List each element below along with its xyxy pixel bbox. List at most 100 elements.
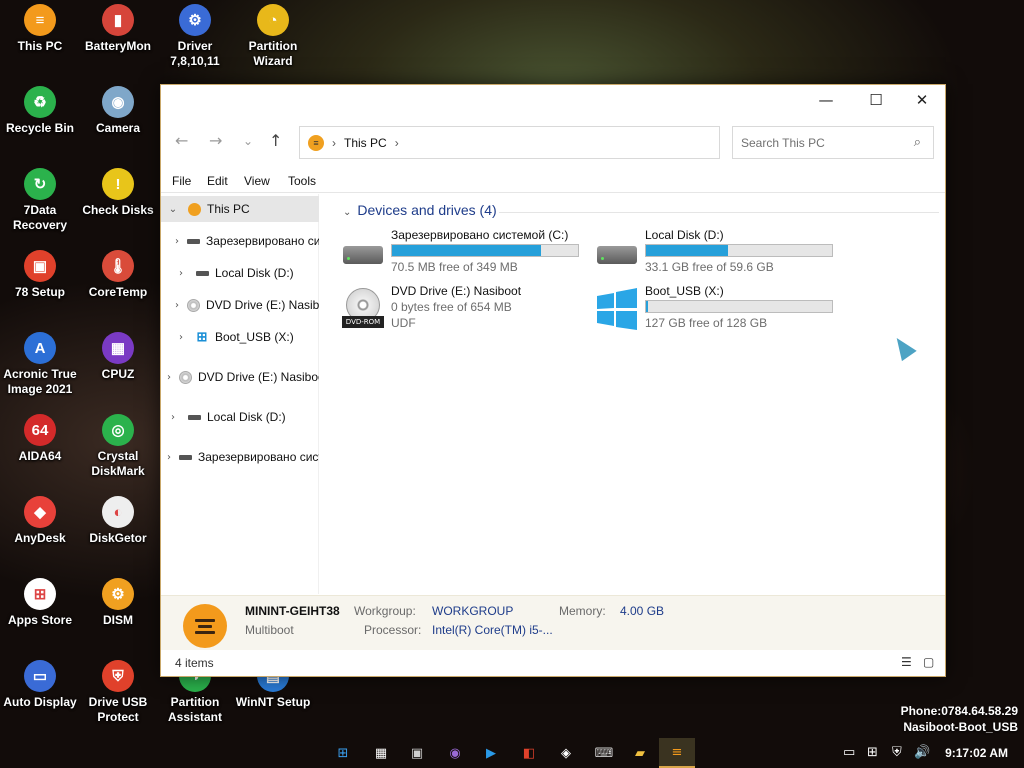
nav-item[interactable]: › Зарезервировано системой (C:) bbox=[161, 228, 319, 254]
nav-item[interactable]: › DVD Drive (E:) Nasiboot bbox=[161, 292, 319, 318]
desktop-icon-auto-display[interactable]: ▭ Auto Display bbox=[0, 660, 80, 710]
desktop-icon-batterymon[interactable]: ▮ BatteryMon bbox=[78, 4, 158, 54]
desktop-icon-this-pc[interactable]: ≡ This PC bbox=[0, 4, 80, 54]
windows-flag-icon[interactable]: ⊞ bbox=[867, 745, 878, 760]
drive-tile-d[interactable]: Local Disk (D:) 33.1 GB free of 59.6 GB bbox=[595, 228, 845, 278]
desktop-icon-driver[interactable]: ⚙ Driver 7,8,10,11 bbox=[155, 4, 235, 69]
nav-item[interactable]: › Зарезервировано системой (C:) bbox=[161, 444, 319, 470]
windows-logo-icon: ⊞ bbox=[196, 329, 208, 344]
breadcrumb-separator[interactable]: › bbox=[395, 136, 399, 150]
keyboard-icon[interactable]: ⌨ bbox=[594, 743, 614, 763]
breadcrumb-this-pc[interactable]: This PC bbox=[344, 136, 387, 150]
desktop-icon-cpuz[interactable]: ▦ CPUZ bbox=[78, 332, 158, 382]
expanded-chevron-icon[interactable]: ⌄ bbox=[167, 204, 179, 215]
collapsed-chevron-icon[interactable]: › bbox=[175, 268, 187, 279]
collapsed-chevron-icon[interactable]: › bbox=[175, 300, 179, 311]
nav-item[interactable]: ⌄ This PC bbox=[161, 196, 319, 222]
explorer-window: — ☐ ✕ ← → ⌄ ↑ ≡ › This PC › ⌕ File Edit … bbox=[160, 84, 946, 677]
drive-tile-e[interactable]: DVD-ROM DVD Drive (E:) Nasiboot 0 bytes … bbox=[341, 284, 591, 334]
desktop-icon-drive-usb-protect[interactable]: ⛨ Drive USB Protect bbox=[78, 660, 158, 725]
tool-icon[interactable]: ◧ bbox=[519, 743, 539, 763]
monitor-icon[interactable]: ▣ bbox=[407, 743, 427, 763]
hard-drive-icon bbox=[179, 450, 192, 464]
security-icon[interactable]: ⛨ bbox=[892, 745, 902, 760]
address-bar[interactable]: ≡ › This PC › bbox=[299, 126, 720, 159]
menu-view[interactable]: View bbox=[244, 174, 270, 188]
diskgetor-icon: ◐ bbox=[102, 496, 134, 528]
collapsed-chevron-icon[interactable]: › bbox=[167, 372, 171, 383]
drive-name: Зарезервировано системой (C:) bbox=[391, 228, 569, 242]
navigation-pane: ⌄ This PC › Зарезервировано системой (C:) › L… bbox=[161, 194, 319, 594]
this-pc-taskbar-icon[interactable]: ≡ bbox=[659, 738, 695, 768]
network-icon[interactable]: ▭ bbox=[843, 745, 855, 760]
group-divider bbox=[499, 212, 939, 213]
taskbar-clock[interactable]: 9:17:02 AM bbox=[945, 746, 1008, 760]
desktop-icon-crystal-diskmark[interactable]: ◎ Crystal DiskMark bbox=[78, 414, 158, 479]
auto-display-icon: ▭ bbox=[24, 660, 56, 692]
drive-tile-x[interactable]: Boot_USB (X:) 127 GB free of 128 GB bbox=[595, 284, 845, 334]
nav-item-label: DVD Drive (E:) Nasiboot bbox=[198, 370, 319, 384]
desktop-icon-aida64[interactable]: 64 AIDA64 bbox=[0, 414, 80, 464]
desktop-icon-camera[interactable]: ◉ Camera bbox=[78, 86, 158, 136]
navigation-row: ← → ⌄ ↑ ≡ › This PC › ⌕ bbox=[161, 125, 945, 161]
search-icon[interactable]: ⌕ bbox=[914, 135, 921, 150]
folder-icon[interactable]: ▰ bbox=[630, 743, 650, 763]
collapsed-chevron-icon[interactable]: › bbox=[167, 452, 171, 463]
collapse-chevron-icon[interactable]: ⌄ bbox=[343, 207, 351, 218]
details-view-icon[interactable]: ☰ bbox=[901, 655, 912, 669]
collapsed-chevron-icon[interactable]: › bbox=[175, 332, 187, 343]
play-icon[interactable]: ▶ bbox=[481, 743, 501, 763]
collapsed-chevron-icon[interactable]: › bbox=[175, 236, 179, 247]
group-header-devices[interactable]: ⌄ Devices and drives (4) bbox=[343, 202, 497, 218]
nav-item[interactable]: › Local Disk (D:) bbox=[161, 404, 319, 430]
volume-icon[interactable]: 🔊 bbox=[914, 745, 930, 760]
nav-item[interactable]: › Local Disk (D:) bbox=[161, 260, 319, 286]
up-arrow-icon[interactable]: ↑ bbox=[269, 131, 282, 150]
hard-drive-icon bbox=[195, 266, 209, 280]
back-arrow-icon[interactable]: ← bbox=[175, 131, 188, 150]
drive-tile-c[interactable]: Зарезервировано системой (C:) 70.5 MB fr… bbox=[341, 228, 591, 278]
desktop-icon-check-disks[interactable]: ! Check Disks bbox=[78, 168, 158, 218]
network-tool-icon[interactable]: ▦ bbox=[371, 743, 391, 763]
desktop-icon-78-setup[interactable]: ▣ 78 Setup bbox=[0, 250, 80, 300]
taskbar: 9:17:02 AM ⊞ ▦ ▣ ◉ ▶ ◧ ◈ ⌨ ▰ ≡ ▭ ⊞ ⛨ 🔊 bbox=[0, 738, 1024, 768]
desktop-icon-anydesk[interactable]: ◆ AnyDesk bbox=[0, 496, 80, 546]
desktop-icon-label: AnyDesk bbox=[14, 531, 66, 545]
desktop-icon-coretemp[interactable]: 🌡 CoreTemp bbox=[78, 250, 158, 300]
menu-file[interactable]: File bbox=[172, 174, 191, 188]
minimize-button[interactable]: — bbox=[803, 85, 849, 115]
acronis-icon: A bbox=[24, 332, 56, 364]
desktop-icon-7data-recovery[interactable]: ↻ 7Data Recovery bbox=[0, 168, 80, 233]
windows-start-icon[interactable]: ⊞ bbox=[333, 743, 353, 763]
desktop-icon-apps-store[interactable]: ⊞ Apps Store bbox=[0, 578, 80, 628]
nav-item[interactable]: › ⊞ Boot_USB (X:) bbox=[161, 324, 319, 350]
media-icon[interactable]: ◉ bbox=[445, 743, 465, 763]
dvd-drive-icon bbox=[179, 370, 192, 384]
desktop-icon-label: CPUZ bbox=[101, 367, 135, 381]
menu-edit[interactable]: Edit bbox=[207, 174, 228, 188]
tiles-view-icon[interactable]: ▢ bbox=[923, 655, 934, 669]
hard-drive-icon bbox=[341, 232, 385, 272]
desktop-icon-acronis[interactable]: A Acronic True Image 2021 bbox=[0, 332, 80, 397]
nav-item-label: Local Disk (D:) bbox=[215, 266, 294, 280]
search-input[interactable] bbox=[741, 135, 891, 150]
collapsed-chevron-icon[interactable]: › bbox=[167, 412, 179, 423]
anydesk-icon: ◆ bbox=[24, 496, 56, 528]
maximize-button[interactable]: ☐ bbox=[853, 85, 899, 115]
desktop-icon-dism[interactable]: ⚙ DISM bbox=[78, 578, 158, 628]
close-button[interactable]: ✕ bbox=[899, 85, 945, 115]
menu-tools[interactable]: Tools bbox=[288, 174, 316, 188]
nav-item[interactable]: › DVD Drive (E:) Nasiboot bbox=[161, 364, 319, 390]
search-box[interactable]: ⌕ bbox=[732, 126, 934, 159]
desktop-icon-partition-wizard[interactable]: ◔ Partition Wizard bbox=[233, 4, 313, 69]
watermark-phone: Phone:0784.64.58.29 bbox=[900, 704, 1018, 718]
recent-locations-icon[interactable]: ⌄ bbox=[243, 134, 253, 148]
hard-drive-icon bbox=[187, 234, 200, 248]
desktop-icon-recycle-bin[interactable]: ♻ Recycle Bin bbox=[0, 86, 80, 136]
diamond-icon[interactable]: ◈ bbox=[556, 743, 576, 763]
apps-store-icon: ⊞ bbox=[24, 578, 56, 610]
forward-arrow-icon[interactable]: → bbox=[209, 131, 222, 150]
memory-value: 4.00 GB bbox=[620, 604, 665, 618]
desktop-icon-diskgetor[interactable]: ◐ DiskGetor bbox=[78, 496, 158, 546]
check-disks-icon: ! bbox=[102, 168, 134, 200]
